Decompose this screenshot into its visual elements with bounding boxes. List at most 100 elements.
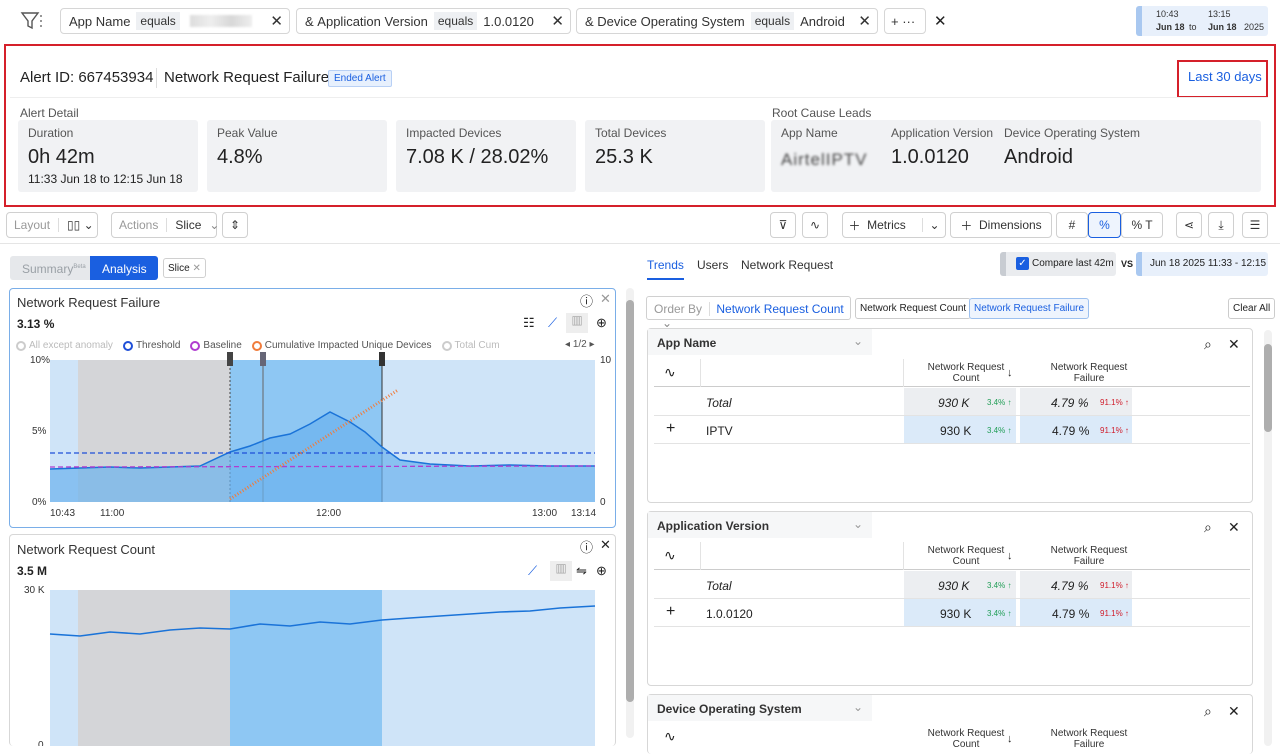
filter-op[interactable]: equals <box>136 12 180 30</box>
tab-users[interactable]: Users <box>697 258 728 272</box>
sort-arrow-icon[interactable]: ↓ <box>1007 733 1013 745</box>
download-icon[interactable]: ⤓ <box>1208 212 1234 238</box>
column-header[interactable]: Network Request Count <box>926 362 1006 384</box>
expand-icon[interactable]: + <box>666 603 675 621</box>
legend-item[interactable]: Baseline <box>203 340 241 351</box>
table-title[interactable]: Device Operating System ⌄ <box>648 695 872 721</box>
legend-item[interactable]: Cumulative Impacted Unique Devices <box>265 340 432 351</box>
sort-arrow-icon[interactable]: ↓ <box>1007 367 1013 379</box>
scrollbar[interactable] <box>1264 330 1272 746</box>
sort-arrow-icon[interactable]: ↓ <box>1007 550 1013 562</box>
info-icon[interactable]: ⓘ <box>580 291 593 310</box>
close-icon[interactable]: ✕ <box>1228 336 1240 353</box>
add-dimensions-button[interactable]: ＋ Dimensions <box>950 212 1052 238</box>
zoom-icon[interactable]: ⊕ <box>596 315 607 331</box>
table-title[interactable]: Application Version ⌄ <box>648 512 872 538</box>
last-30-days-link[interactable]: Last 30 days <box>1188 69 1262 84</box>
line-chart-icon[interactable]: ⟋ <box>548 315 557 331</box>
trend-icon[interactable]: ∿ <box>664 547 676 564</box>
clear-all-button[interactable]: Clear All <box>1228 298 1276 319</box>
legend-pager[interactable]: ◂ 1/2 ▸ <box>565 339 595 350</box>
tab-network-request[interactable]: Network Request <box>741 258 833 272</box>
bar-chart-icon[interactable]: ▥ <box>550 561 572 581</box>
close-icon[interactable]: ✕ <box>270 12 283 30</box>
filter-chart-icon[interactable]: ⊽ <box>770 212 796 238</box>
table-row-total[interactable]: Total 930 K 3.4% ↑ 4.79 % 91.1% ↑ <box>654 571 1250 599</box>
legend-item[interactable]: Threshold <box>136 340 180 351</box>
settings-icon[interactable]: ☰ <box>1242 212 1268 238</box>
column-header[interactable]: Network Request Count <box>926 728 1006 750</box>
compare-range[interactable]: Jun 18 2025 11:33 - 12:15 <box>1136 252 1268 276</box>
close-icon[interactable]: ✕ <box>551 12 564 30</box>
filter-value: 1.0.0120 <box>483 13 534 29</box>
tab-trends[interactable]: Trends <box>647 258 684 280</box>
close-icon[interactable]: ✕ <box>1228 703 1240 720</box>
filter-chip-device-os[interactable]: & Device Operating System equals Android… <box>576 8 878 34</box>
line-chart-icon[interactable]: ⟋ <box>528 563 537 579</box>
legend-item[interactable]: All except anomaly <box>29 340 113 351</box>
trend-icon[interactable]: ∿ <box>664 728 676 745</box>
anomaly-icon[interactable]: ∿ <box>802 212 828 238</box>
percent-toggle[interactable]: % <box>1088 212 1121 238</box>
filter-icon[interactable] <box>20 11 42 31</box>
search-icon[interactable]: ⌕ <box>1204 519 1212 536</box>
date-range-picker[interactable]: 10:43 Jun 18 to 13:15 Jun 18 2025 <box>1136 6 1268 36</box>
split-icon[interactable]: ⇕ <box>222 212 248 238</box>
tab-analysis[interactable]: Analysis <box>90 256 158 280</box>
range-handle[interactable] <box>260 352 266 366</box>
order-chip[interactable]: Network Request Failure <box>969 298 1090 319</box>
order-chip[interactable]: Network Request Count <box>855 298 972 319</box>
bar-chart-icon[interactable]: ▥ <box>566 313 588 333</box>
search-icon[interactable]: ⌕ <box>1204 336 1212 353</box>
close-icon[interactable]: ✕ <box>1228 519 1240 536</box>
scrollbar[interactable] <box>626 288 634 738</box>
clear-filters-icon[interactable]: ✕ <box>934 12 947 30</box>
table-title[interactable]: App Name ⌄ <box>648 329 872 355</box>
root-label: App Name <box>781 126 838 140</box>
filter-op[interactable]: equals <box>433 12 478 30</box>
filter-chip-app-version[interactable]: & Application Version equals 1.0.0120 ✕ <box>296 8 571 34</box>
close-icon[interactable]: ✕ <box>600 537 611 553</box>
divider <box>156 68 157 88</box>
trend-icon[interactable]: ∿ <box>664 364 676 381</box>
legend-item[interactable]: Total Cum <box>455 340 500 351</box>
column-header[interactable]: Network Request Failure <box>1044 545 1134 567</box>
row-name: 1.0.0120 <box>706 607 753 621</box>
add-filter-button[interactable]: + ··· <box>884 8 926 34</box>
share-icon[interactable]: ⋖ <box>1176 212 1202 238</box>
range-handle[interactable] <box>379 352 385 366</box>
table-row-total[interactable]: Total 930 K 3.4% ↑ 4.79 % 91.1% ↑ <box>654 388 1250 416</box>
add-metrics-button[interactable]: ＋ Metrics ⌄ <box>842 212 946 238</box>
expand-icon[interactable]: + <box>666 420 675 438</box>
percent-total-toggle[interactable]: % T <box>1121 212 1163 238</box>
info-icon[interactable]: ⓘ <box>580 537 593 556</box>
column-header[interactable]: Network Request Failure <box>1044 728 1134 750</box>
number-toggle[interactable]: # <box>1056 212 1088 238</box>
zoom-icon[interactable]: ⊕ <box>596 563 607 579</box>
close-icon[interactable]: ✕ <box>192 263 200 274</box>
compare-toggle[interactable]: ✓ Compare last 42m <box>1000 252 1116 276</box>
close-icon[interactable]: ✕ <box>600 291 611 307</box>
column-header[interactable]: Network Request Count <box>926 545 1006 567</box>
order-by-select[interactable]: Order By Network Request Count ⌄ <box>646 296 851 330</box>
slice-chip[interactable]: Slice ✕ <box>163 258 206 278</box>
close-icon[interactable]: ✕ <box>858 12 871 30</box>
scrollbar-thumb[interactable] <box>626 300 634 702</box>
compare-icon[interactable]: ⇋ <box>576 563 587 579</box>
tab-summary[interactable]: SummaryBeta <box>10 256 90 280</box>
scrollbar-thumb[interactable] <box>1264 344 1272 432</box>
filter-chip-app-name[interactable]: App Name equals ✕ <box>60 8 290 34</box>
range-handle[interactable] <box>227 352 233 366</box>
list-icon[interactable]: ☷ <box>523 315 535 331</box>
layout-select[interactable]: Layout ▯▯ ⌄ <box>6 212 98 238</box>
column-header[interactable]: Network Request Failure <box>1044 362 1134 384</box>
table-row[interactable]: + IPTV 930 K 3.4% ↑ 4.79 % 91.1% ↑ <box>654 416 1250 444</box>
actions-select[interactable]: Actions Slice ⌄ <box>111 212 219 238</box>
toolbar: Layout ▯▯ ⌄ Actions Slice ⌄ ⇕ ⊽ ∿ ＋ Metr… <box>0 208 1280 244</box>
filter-op[interactable]: equals <box>750 12 795 30</box>
checkbox-icon[interactable]: ✓ <box>1016 257 1029 270</box>
slice-chip-label: Slice <box>168 263 190 274</box>
dimension-table-app-version: Application Version ⌄ ⌕ ✕ ∿ Network Reque… <box>647 511 1253 686</box>
table-row[interactable]: + 1.0.0120 930 K 3.4% ↑ 4.79 % 91.1% ↑ <box>654 599 1250 627</box>
search-icon[interactable]: ⌕ <box>1204 703 1212 720</box>
